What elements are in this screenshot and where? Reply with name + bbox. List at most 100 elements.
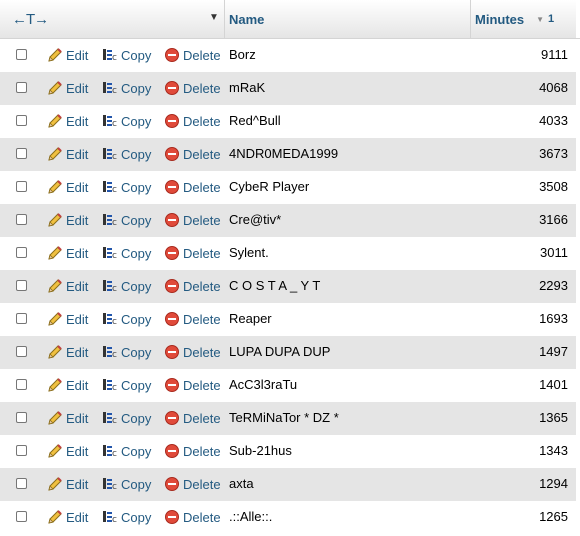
delete-label[interactable]: Delete bbox=[183, 378, 221, 393]
copy-label[interactable]: Copy bbox=[121, 246, 151, 261]
column-resize-arrows[interactable]: ←T→ bbox=[12, 0, 49, 38]
row-select-checkbox[interactable] bbox=[16, 247, 27, 258]
row-select-checkbox[interactable] bbox=[16, 379, 27, 390]
edit-button[interactable]: Edit bbox=[47, 278, 88, 294]
edit-button[interactable]: Edit bbox=[47, 179, 88, 195]
copy-label[interactable]: Copy bbox=[121, 114, 151, 129]
edit-button[interactable]: Edit bbox=[47, 80, 88, 96]
row-select-checkbox[interactable] bbox=[16, 313, 27, 324]
copy-label[interactable]: Copy bbox=[121, 48, 151, 63]
edit-label[interactable]: Edit bbox=[66, 378, 88, 393]
edit-button[interactable]: Edit bbox=[47, 245, 88, 261]
delete-button[interactable]: Delete bbox=[164, 47, 221, 63]
copy-label[interactable]: Copy bbox=[121, 510, 151, 525]
copy-label[interactable]: Copy bbox=[121, 81, 151, 96]
delete-button[interactable]: Delete bbox=[164, 146, 221, 162]
edit-label[interactable]: Edit bbox=[66, 279, 88, 294]
copy-button[interactable]: c Copy bbox=[102, 476, 151, 492]
row-select-checkbox[interactable] bbox=[16, 346, 27, 357]
copy-label[interactable]: Copy bbox=[121, 180, 151, 195]
edit-label[interactable]: Edit bbox=[66, 477, 88, 492]
delete-label[interactable]: Delete bbox=[183, 510, 221, 525]
delete-button[interactable]: Delete bbox=[164, 377, 221, 393]
delete-label[interactable]: Delete bbox=[183, 180, 221, 195]
edit-label[interactable]: Edit bbox=[66, 444, 88, 459]
copy-label[interactable]: Copy bbox=[121, 444, 151, 459]
edit-label[interactable]: Edit bbox=[66, 114, 88, 129]
copy-button[interactable]: c Copy bbox=[102, 146, 151, 162]
delete-button[interactable]: Delete bbox=[164, 443, 221, 459]
edit-label[interactable]: Edit bbox=[66, 180, 88, 195]
row-select-checkbox[interactable] bbox=[16, 115, 27, 126]
copy-button[interactable]: c Copy bbox=[102, 509, 151, 525]
copy-button[interactable]: c Copy bbox=[102, 344, 151, 360]
edit-button[interactable]: Edit bbox=[47, 377, 88, 393]
copy-label[interactable]: Copy bbox=[121, 147, 151, 162]
delete-label[interactable]: Delete bbox=[183, 444, 221, 459]
edit-label[interactable]: Edit bbox=[66, 147, 88, 162]
edit-button[interactable]: Edit bbox=[47, 146, 88, 162]
edit-label[interactable]: Edit bbox=[66, 213, 88, 228]
delete-label[interactable]: Delete bbox=[183, 48, 221, 63]
row-select-checkbox[interactable] bbox=[16, 478, 27, 489]
copy-label[interactable]: Copy bbox=[121, 477, 151, 492]
row-select-checkbox[interactable] bbox=[16, 511, 27, 522]
delete-label[interactable]: Delete bbox=[183, 246, 221, 261]
delete-label[interactable]: Delete bbox=[183, 312, 221, 327]
row-select-checkbox[interactable] bbox=[16, 280, 27, 291]
delete-label[interactable]: Delete bbox=[183, 114, 221, 129]
edit-label[interactable]: Edit bbox=[66, 345, 88, 360]
copy-label[interactable]: Copy bbox=[121, 213, 151, 228]
delete-label[interactable]: Delete bbox=[183, 279, 221, 294]
delete-button[interactable]: Delete bbox=[164, 476, 221, 492]
copy-label[interactable]: Copy bbox=[121, 378, 151, 393]
delete-button[interactable]: Delete bbox=[164, 509, 221, 525]
options-dropdown-icon[interactable]: ▼ bbox=[209, 0, 219, 36]
edit-label[interactable]: Edit bbox=[66, 510, 88, 525]
row-select-checkbox[interactable] bbox=[16, 445, 27, 456]
copy-button[interactable]: c Copy bbox=[102, 212, 151, 228]
copy-button[interactable]: c Copy bbox=[102, 443, 151, 459]
copy-button[interactable]: c Copy bbox=[102, 245, 151, 261]
edit-button[interactable]: Edit bbox=[47, 311, 88, 327]
edit-label[interactable]: Edit bbox=[66, 81, 88, 96]
delete-button[interactable]: Delete bbox=[164, 245, 221, 261]
edit-label[interactable]: Edit bbox=[66, 246, 88, 261]
delete-button[interactable]: Delete bbox=[164, 80, 221, 96]
edit-button[interactable]: Edit bbox=[47, 113, 88, 129]
copy-button[interactable]: c Copy bbox=[102, 80, 151, 96]
row-select-checkbox[interactable] bbox=[16, 412, 27, 423]
delete-label[interactable]: Delete bbox=[183, 345, 221, 360]
delete-button[interactable]: Delete bbox=[164, 179, 221, 195]
copy-button[interactable]: c Copy bbox=[102, 311, 151, 327]
delete-button[interactable]: Delete bbox=[164, 410, 221, 426]
edit-button[interactable]: Edit bbox=[47, 410, 88, 426]
edit-button[interactable]: Edit bbox=[47, 443, 88, 459]
copy-button[interactable]: c Copy bbox=[102, 47, 151, 63]
delete-button[interactable]: Delete bbox=[164, 344, 221, 360]
row-select-checkbox[interactable] bbox=[16, 49, 27, 60]
column-header-minutes[interactable]: Minutes ▼ 1 bbox=[470, 0, 580, 38]
delete-label[interactable]: Delete bbox=[183, 81, 221, 96]
delete-button[interactable]: Delete bbox=[164, 278, 221, 294]
copy-label[interactable]: Copy bbox=[121, 411, 151, 426]
edit-button[interactable]: Edit bbox=[47, 344, 88, 360]
delete-label[interactable]: Delete bbox=[183, 213, 221, 228]
delete-button[interactable]: Delete bbox=[164, 113, 221, 129]
copy-button[interactable]: c Copy bbox=[102, 278, 151, 294]
row-select-checkbox[interactable] bbox=[16, 214, 27, 225]
copy-label[interactable]: Copy bbox=[121, 312, 151, 327]
copy-label[interactable]: Copy bbox=[121, 279, 151, 294]
edit-button[interactable]: Edit bbox=[47, 509, 88, 525]
edit-label[interactable]: Edit bbox=[66, 48, 88, 63]
row-select-checkbox[interactable] bbox=[16, 181, 27, 192]
delete-label[interactable]: Delete bbox=[183, 147, 221, 162]
copy-label[interactable]: Copy bbox=[121, 345, 151, 360]
delete-button[interactable]: Delete bbox=[164, 311, 221, 327]
column-header-name[interactable]: Name bbox=[224, 0, 473, 38]
delete-label[interactable]: Delete bbox=[183, 477, 221, 492]
column-header-minutes-label[interactable]: Minutes bbox=[475, 12, 524, 27]
edit-button[interactable]: Edit bbox=[47, 47, 88, 63]
column-header-name-label[interactable]: Name bbox=[229, 12, 264, 27]
row-select-checkbox[interactable] bbox=[16, 82, 27, 93]
